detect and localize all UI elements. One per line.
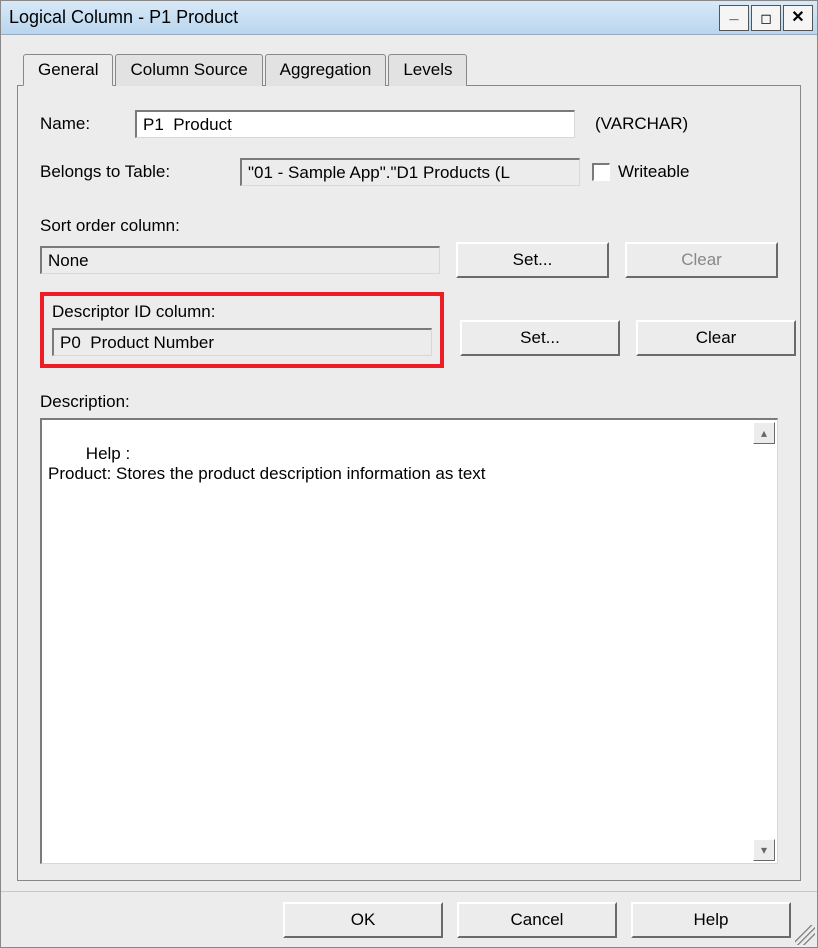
- sort-order-row: Set... Clear: [40, 242, 778, 278]
- descriptor-id-row: [52, 328, 432, 356]
- name-label: Name:: [40, 114, 135, 134]
- window-controls: [717, 5, 813, 31]
- help-button[interactable]: Help: [631, 902, 791, 938]
- name-input[interactable]: [135, 110, 575, 138]
- description-text: Help : Product: Stores the product descr…: [48, 444, 486, 483]
- maximize-icon[interactable]: [751, 5, 781, 31]
- sort-set-button[interactable]: Set...: [456, 242, 609, 278]
- sort-clear-button: Clear: [625, 242, 778, 278]
- description-label: Description:: [40, 392, 778, 412]
- descriptor-id-label: Descriptor ID column:: [52, 302, 432, 322]
- close-icon[interactable]: [783, 5, 813, 31]
- titlebar: Logical Column - P1 Product: [1, 1, 817, 35]
- datatype-label: (VARCHAR): [595, 114, 688, 134]
- tab-general[interactable]: General: [23, 54, 113, 86]
- minimize-icon[interactable]: [719, 5, 749, 31]
- descriptor-id-value: [52, 328, 432, 356]
- name-row: Name: (VARCHAR): [40, 110, 778, 138]
- belongs-label: Belongs to Table:: [40, 162, 240, 182]
- belongs-value: [240, 158, 580, 186]
- resize-grip-icon[interactable]: [795, 925, 815, 945]
- tab-strip: General Column Source Aggregation Levels: [23, 53, 801, 85]
- dialog-button-bar: OK Cancel Help: [1, 891, 817, 947]
- checkbox-icon[interactable]: [592, 163, 610, 181]
- scroll-down-icon[interactable]: ▾: [753, 839, 775, 861]
- window-title: Logical Column - P1 Product: [9, 7, 717, 28]
- dialog-window: Logical Column - P1 Product General Colu…: [0, 0, 818, 948]
- cancel-button[interactable]: Cancel: [457, 902, 617, 938]
- description-textarea[interactable]: Help : Product: Stores the product descr…: [40, 418, 778, 864]
- belongs-row: Belongs to Table: Writeable: [40, 158, 778, 186]
- descriptor-set-button[interactable]: Set...: [460, 320, 620, 356]
- descriptor-highlight: Descriptor ID column:: [40, 292, 444, 368]
- tab-column-source[interactable]: Column Source: [115, 54, 262, 86]
- sort-order-label: Sort order column:: [40, 216, 778, 236]
- sort-order-value: [40, 246, 440, 274]
- tab-levels[interactable]: Levels: [388, 54, 467, 86]
- writeable-checkbox[interactable]: Writeable: [592, 162, 690, 182]
- tab-panel-general: Name: (VARCHAR) Belongs to Table: Writea…: [17, 85, 801, 881]
- scroll-up-icon[interactable]: ▴: [753, 422, 775, 444]
- descriptor-clear-button[interactable]: Clear: [636, 320, 796, 356]
- writeable-label: Writeable: [618, 162, 690, 182]
- client-area: General Column Source Aggregation Levels…: [1, 35, 817, 891]
- ok-button[interactable]: OK: [283, 902, 443, 938]
- tab-aggregation[interactable]: Aggregation: [265, 54, 387, 86]
